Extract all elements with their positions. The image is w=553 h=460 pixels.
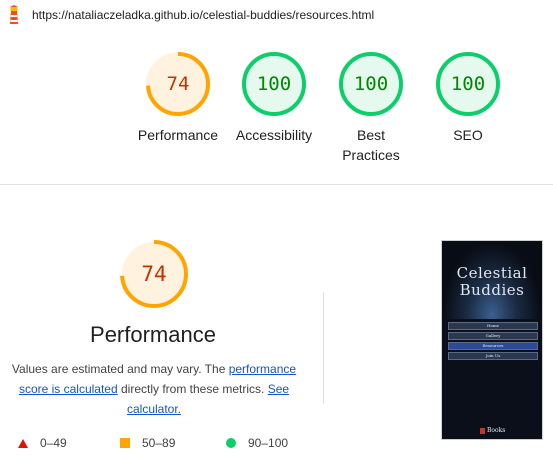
legend-fail-label: 0–49 — [40, 436, 67, 450]
legend-average: 50–89 — [120, 436, 175, 450]
gauge-best-practices-label: Best Practices — [342, 127, 400, 163]
thumbnail-books-heading: Books — [480, 427, 505, 434]
gauge-accessibility-value: 100 — [256, 73, 292, 95]
gauge-seo[interactable]: 100 — [434, 50, 502, 118]
thumbnail-books-label: Books — [487, 427, 506, 434]
circle-icon — [226, 438, 236, 448]
performance-description: Values are estimated and may vary. The p… — [8, 359, 300, 419]
gauge-seo-value: 100 — [450, 73, 486, 95]
legend-fail: 0–49 — [18, 436, 67, 450]
description-text: Values are estimated and may vary. The — [11, 362, 229, 376]
gauge-performance-value: 74 — [166, 73, 190, 95]
gauge-best-practices[interactable]: 100 — [337, 50, 405, 118]
legend-average-label: 50–89 — [142, 436, 176, 450]
book-icon — [480, 427, 485, 434]
gauge-performance-label: Performance — [137, 127, 219, 143]
gauge-performance[interactable]: 74 — [144, 50, 212, 118]
thumbnail-nav-home: Home — [448, 322, 538, 330]
page-url[interactable]: https://nataliaczeladka.github.io/celest… — [32, 8, 374, 22]
legend-pass-label: 90–100 — [248, 436, 289, 450]
thumbnail-site-title: Celestial Buddies — [442, 265, 542, 299]
gauge-accessibility-label: Accessibility — [235, 127, 313, 143]
performance-score-value: 74 — [141, 262, 167, 286]
final-screenshot-thumbnail[interactable]: Celestial Buddies Home Gallery Resources… — [441, 240, 543, 440]
vertical-divider — [323, 292, 324, 404]
section-divider — [0, 184, 553, 185]
performance-title: Performance — [90, 322, 216, 347]
legend-pass: 90–100 — [226, 436, 288, 450]
triangle-icon — [18, 438, 28, 448]
thumbnail-nav-resources: Resources — [448, 342, 538, 350]
thumbnail-title-line2: Buddies — [459, 281, 525, 299]
description-text-2: directly from these metrics. — [117, 382, 268, 396]
gauge-best-practices-value: 100 — [353, 73, 389, 95]
gauge-seo-label: SEO — [453, 127, 483, 143]
gauge-accessibility[interactable]: 100 — [240, 50, 308, 118]
square-icon — [120, 438, 130, 448]
thumbnail-title-line1: Celestial — [456, 264, 528, 282]
lighthouse-icon — [10, 5, 18, 24]
report-header: https://nataliaczeladka.github.io/celest… — [0, 0, 553, 32]
thumbnail-nav-gallery: Gallery — [448, 332, 538, 340]
thumbnail-nav-join: Join Us — [448, 352, 538, 360]
performance-score-gauge: 74 — [118, 238, 190, 310]
